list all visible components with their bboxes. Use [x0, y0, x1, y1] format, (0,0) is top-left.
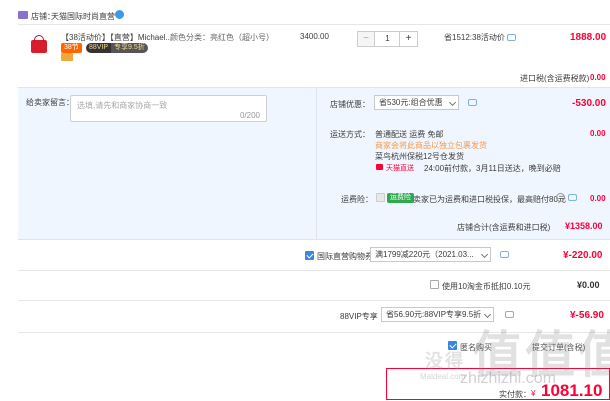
- insurance-info-icon[interactable]: [568, 194, 577, 201]
- discount-info-icon[interactable]: [507, 34, 516, 41]
- taojinbi-label: 使用10淘金币抵扣0.10元: [442, 282, 531, 291]
- import-tax-label: 进口税(含运费税款): [520, 74, 590, 83]
- shipping-label: 运送方式：: [330, 130, 370, 139]
- unit-price: 3400.00: [300, 32, 329, 41]
- shop-discount-info-icon[interactable]: [468, 99, 477, 106]
- shop-discount-value: -530.00: [572, 98, 606, 109]
- coupon-info-icon[interactable]: [500, 251, 509, 258]
- insurance-text: 卖家已为运费和进口税投保，最高赔付80元: [413, 195, 566, 204]
- import-tax-value: 0.00: [590, 73, 606, 82]
- seller-icon: [61, 53, 73, 61]
- pay-label: 实付款：: [499, 390, 531, 399]
- qty-plus-button[interactable]: +: [399, 32, 417, 46]
- message-counter: 0/200: [239, 111, 260, 120]
- item-discount-note: 省1512:38活动价: [444, 33, 505, 42]
- shop-total-value: ¥1358.00: [565, 221, 603, 231]
- watermark-sub: Maldeal.com: [420, 372, 466, 381]
- tmall-express-icon: [376, 164, 383, 170]
- pay-currency: ¥: [531, 389, 536, 398]
- shipping-note: 商家会将此商品以独立包裹发货: [375, 141, 487, 150]
- coupon-select[interactable]: 满1799减220元（2021.03...: [370, 247, 491, 262]
- tmall-express-label: 天猫直送: [386, 165, 414, 172]
- message-textarea[interactable]: 选填,请先和商家协商一致 0/200: [70, 95, 267, 122]
- insurance-value: 0.00: [590, 194, 606, 203]
- insurance-checkbox[interactable]: [376, 193, 385, 202]
- shop-discount-label: 店铺优惠：: [330, 100, 370, 109]
- insurance-help-icon[interactable]: [556, 193, 565, 202]
- watermark-text: zhizhizhi.com: [460, 370, 557, 387]
- badge-38: 38节: [61, 43, 82, 53]
- coupon-value: ¥-220.00: [563, 250, 603, 261]
- shop-name[interactable]: 天猫国际时尚直营: [51, 11, 115, 22]
- taojinbi-checkbox[interactable]: [430, 280, 439, 289]
- product-image[interactable]: [28, 33, 50, 55]
- shop-icon: [18, 11, 28, 19]
- product-title[interactable]: 【38活动价】【直营】Michael...: [61, 32, 172, 43]
- qty-input[interactable]: 1: [376, 32, 399, 46]
- coupon-label: 国际直营购物券: [317, 252, 373, 261]
- item-total: 1888.00: [570, 32, 607, 43]
- coupon-checkbox[interactable]: [305, 251, 314, 260]
- message-label: 给卖家留言：: [26, 98, 74, 107]
- shipping-value: 0.00: [590, 129, 606, 138]
- shipping-origin-suffix: 发货: [448, 152, 464, 161]
- watermark-brand-2: 没得: [425, 351, 465, 371]
- insurance-tag: 运费险: [387, 193, 414, 203]
- qty-minus-button[interactable]: −: [358, 32, 375, 46]
- badge-vip-discount: 专享9.5折: [111, 43, 148, 53]
- shop-total-label: 店铺合计(含运费和进口税): [457, 223, 551, 232]
- shipping-origin: 菜鸟杭州保税12号仓: [375, 152, 448, 161]
- shipping-mode: 普通配送 运费 免邮: [375, 130, 444, 139]
- quantity-stepper[interactable]: − 1 +: [357, 31, 418, 47]
- taojinbi-value: ¥0.00: [577, 280, 600, 290]
- shipping-eta: 24:00前付款，3月11日送达，晚到必赔: [424, 164, 561, 173]
- wangwang-icon[interactable]: [115, 10, 124, 19]
- insurance-label: 运费险：: [341, 195, 373, 204]
- shop-discount-select[interactable]: 省530元:组合优惠: [374, 95, 459, 110]
- badge-88vip: 88VIP: [86, 43, 112, 53]
- message-placeholder: 选填,请先和商家协商一致: [77, 101, 168, 110]
- vip-label: 88VIP专享: [340, 312, 378, 321]
- product-spec: 颜色分类：亮红色（超小号）: [170, 33, 274, 42]
